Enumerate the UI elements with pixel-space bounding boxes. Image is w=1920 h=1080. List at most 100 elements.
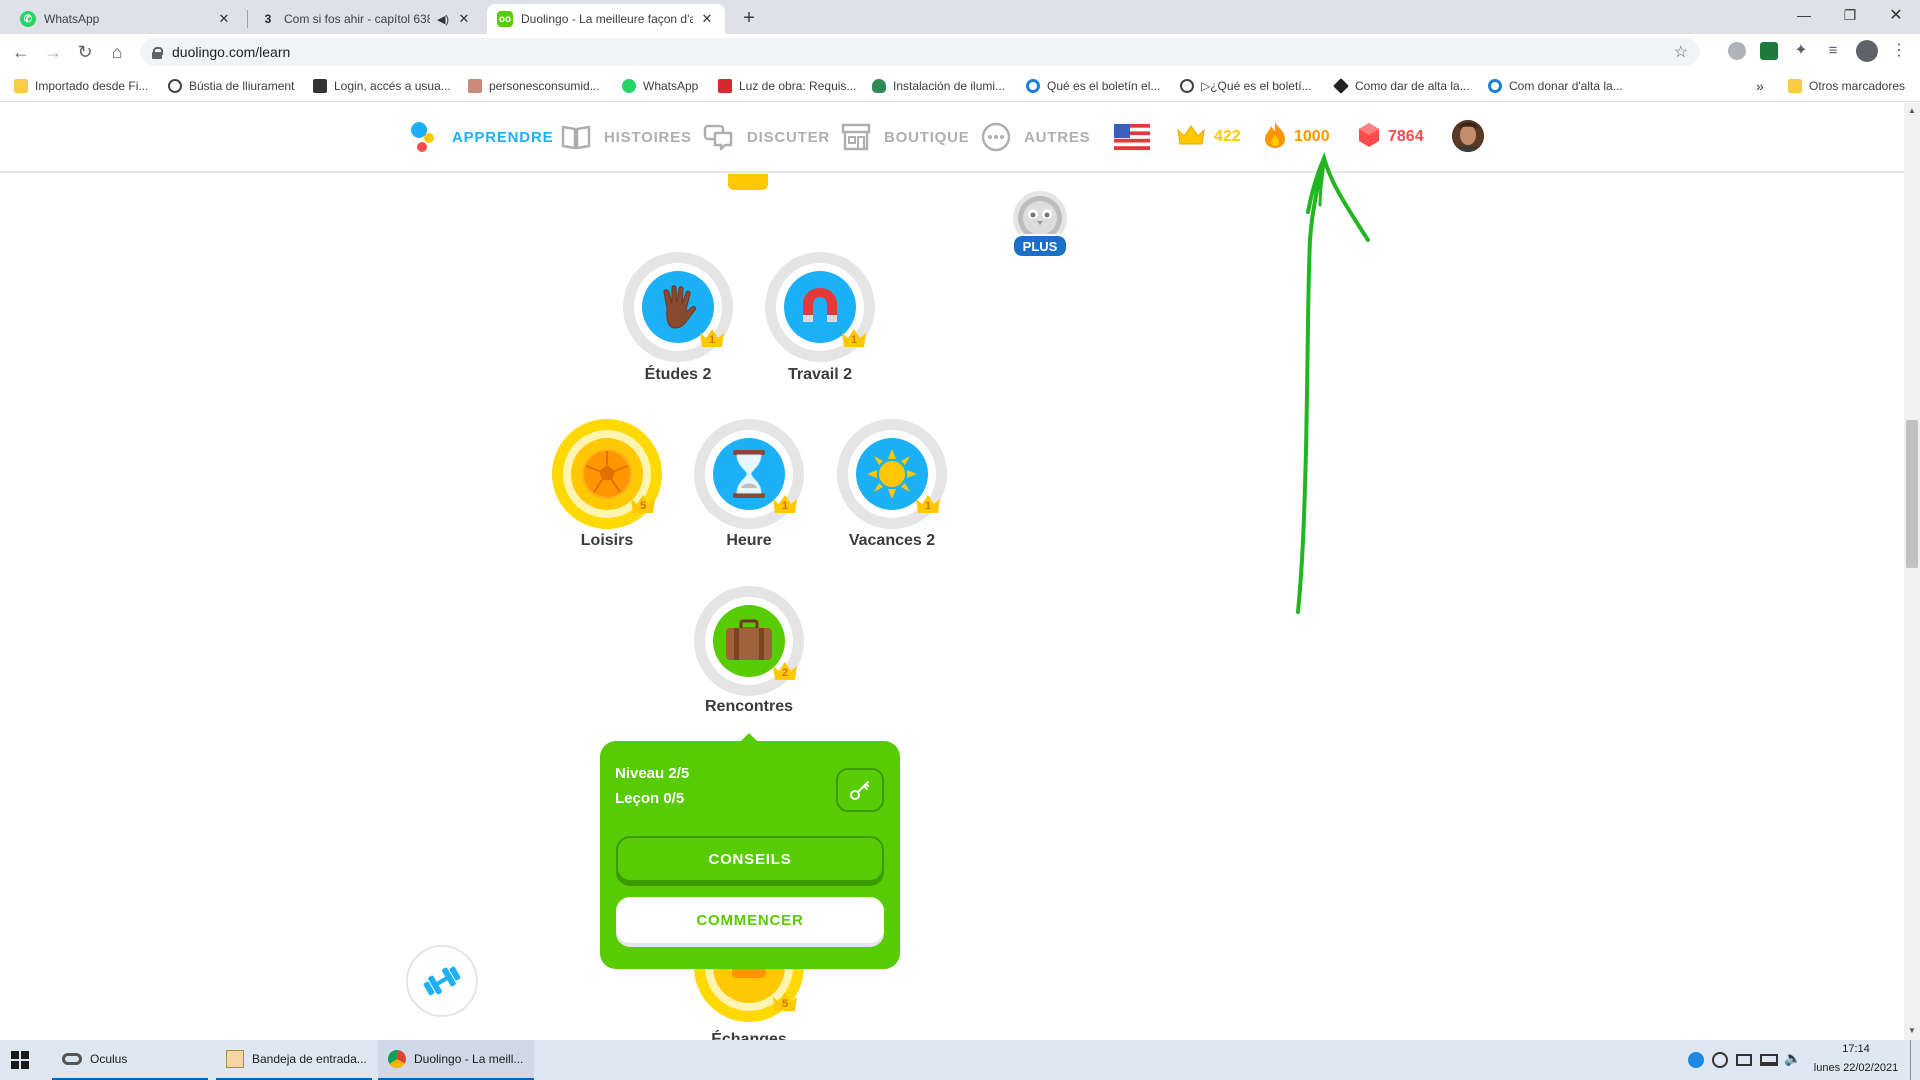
forward-icon[interactable]: → bbox=[40, 39, 66, 65]
nav-more[interactable]: AUTRES bbox=[980, 103, 1090, 171]
scrollbar-track[interactable] bbox=[1904, 103, 1920, 1040]
gem-icon bbox=[1358, 122, 1380, 153]
close-window-icon[interactable]: ✕ bbox=[1873, 0, 1919, 30]
address-bar[interactable]: duolingo.com/learn ☆ bbox=[140, 38, 1700, 66]
start-lesson-button[interactable]: COMMENCER bbox=[616, 897, 884, 943]
bookmark-label: Importado desde Fi... bbox=[35, 79, 149, 93]
crown-badge: 1 bbox=[841, 328, 867, 348]
site-icon bbox=[313, 79, 327, 93]
ethernet-icon[interactable] bbox=[1760, 1054, 1778, 1066]
crown-level: 1 bbox=[850, 334, 858, 346]
more-bookmarks-button[interactable]: » bbox=[1756, 76, 1764, 96]
tips-button[interactable]: CONSEILS bbox=[616, 836, 884, 882]
popup-lesson: Leçon 0/5 bbox=[615, 790, 685, 807]
restore-icon[interactable]: ❐ bbox=[1827, 0, 1873, 30]
test-out-key-button[interactable] bbox=[836, 768, 884, 812]
close-icon[interactable]: ✕ bbox=[216, 11, 232, 27]
bookmark-item[interactable]: personesconsumid... bbox=[468, 76, 600, 96]
bookmark-label: Com donar d'alta la... bbox=[1509, 79, 1623, 93]
avatar[interactable] bbox=[1452, 120, 1484, 152]
nav-discuss[interactable]: DISCUTER bbox=[703, 103, 830, 171]
back-icon[interactable]: ← bbox=[8, 39, 34, 65]
nav-shop[interactable]: BOUTIQUE bbox=[840, 103, 970, 171]
taskbar-label: Duolingo - La meill... bbox=[414, 1052, 524, 1066]
site-icon bbox=[718, 79, 732, 93]
taskbar-item-chrome[interactable]: Duolingo - La meill... bbox=[378, 1040, 534, 1080]
telegram-icon[interactable] bbox=[1688, 1052, 1704, 1068]
reload-icon[interactable]: ↻ bbox=[72, 39, 98, 65]
tab-duolingo[interactable]: oo Duolingo - La meilleure façon d'a ✕ bbox=[487, 4, 725, 34]
bookmark-item[interactable]: ▷¿Qué es el boletí... bbox=[1180, 76, 1312, 96]
magnet-icon bbox=[803, 288, 837, 322]
other-bookmarks-folder[interactable]: Otros marcadores bbox=[1788, 76, 1905, 96]
crown-badge: 1 bbox=[772, 494, 798, 514]
bookmark-item[interactable]: Importado desde Fi... bbox=[14, 76, 148, 96]
download-extension-icon[interactable] bbox=[1760, 42, 1778, 60]
home-icon[interactable]: ⌂ bbox=[104, 39, 130, 65]
bookmark-item[interactable]: Como dar de alta la... bbox=[1333, 76, 1470, 96]
tab-tv3[interactable]: 3 Com si fos ahir - capítol 638 ◀) ✕ bbox=[250, 4, 482, 34]
bookmark-label: Otros marcadores bbox=[1809, 79, 1906, 93]
bookmark-star-icon[interactable]: ☆ bbox=[1674, 42, 1688, 62]
taskbar-item-oculus[interactable]: Oculus bbox=[52, 1040, 208, 1080]
chest-icon[interactable] bbox=[728, 174, 768, 190]
folder-icon bbox=[1788, 79, 1802, 93]
gems-count: 7864 bbox=[1388, 128, 1424, 145]
profile-icon[interactable] bbox=[1856, 40, 1878, 62]
scroll-up-icon[interactable]: ▲ bbox=[1906, 106, 1918, 116]
volume-icon[interactable]: 🔈 bbox=[1784, 1050, 1801, 1067]
bookmark-item[interactable]: Luz de obra: Requis... bbox=[718, 76, 856, 96]
display-icon[interactable] bbox=[1736, 1054, 1752, 1066]
crowns-counter[interactable]: 422 bbox=[1176, 103, 1241, 171]
site-icon bbox=[1333, 78, 1349, 94]
show-desktop-button[interactable] bbox=[1910, 1040, 1911, 1080]
scrollbar-thumb[interactable] bbox=[1906, 420, 1918, 568]
bookmark-item[interactable]: Login, accés a usua... bbox=[313, 76, 451, 96]
extensions-puzzle-icon[interactable]: ✦ bbox=[1792, 42, 1810, 60]
close-icon[interactable]: ✕ bbox=[699, 11, 715, 27]
chat-icon bbox=[703, 121, 735, 153]
speaker-icon[interactable]: ◀) bbox=[436, 13, 450, 26]
bookmark-item[interactable]: Bústia de lliurament bbox=[168, 76, 294, 96]
duolingo-icon: oo bbox=[497, 11, 513, 27]
adblock-icon[interactable] bbox=[1728, 42, 1746, 60]
taskbar-label: Oculus bbox=[90, 1052, 128, 1066]
crown-level: 1 bbox=[708, 334, 716, 346]
close-icon[interactable]: ✕ bbox=[456, 11, 472, 27]
tv3-icon: 3 bbox=[264, 12, 272, 26]
mail-icon bbox=[226, 1050, 244, 1068]
us-flag-icon[interactable] bbox=[1114, 124, 1150, 150]
folder-icon bbox=[14, 79, 28, 93]
popup-level: Niveau 2/5 bbox=[615, 765, 690, 782]
bookmark-item[interactable]: Instalación de ilumi... bbox=[872, 76, 1005, 96]
taskbar-item-mail[interactable]: Bandeja de entrada... bbox=[216, 1040, 372, 1080]
practice-button[interactable] bbox=[406, 945, 478, 1017]
minimize-icon[interactable]: — bbox=[1781, 0, 1827, 30]
tab-title: WhatsApp bbox=[44, 12, 100, 26]
bookmark-item[interactable]: Com donar d'alta la... bbox=[1488, 76, 1623, 96]
crown-level: 5 bbox=[781, 998, 789, 1010]
taskbar-date[interactable]: lunes 22/02/2021 bbox=[1808, 1062, 1904, 1074]
scroll-down-icon[interactable]: ▼ bbox=[1906, 1026, 1918, 1036]
new-tab-button[interactable]: + bbox=[736, 4, 762, 32]
more-dots-icon bbox=[980, 121, 1012, 153]
network-globe-icon[interactable] bbox=[1712, 1052, 1728, 1068]
nav-stories[interactable]: HISTOIRES bbox=[560, 103, 692, 171]
streak-count: 1000 bbox=[1294, 128, 1330, 145]
windows-start-icon[interactable] bbox=[10, 1050, 30, 1070]
crown-badge: 5 bbox=[630, 494, 656, 514]
fire-icon bbox=[1264, 121, 1286, 154]
crown-icon bbox=[1176, 124, 1206, 151]
bookmark-item[interactable]: Qué es el boletín el... bbox=[1026, 76, 1160, 96]
menu-kebab-icon[interactable]: ⋮ bbox=[1890, 42, 1908, 60]
taskbar-time[interactable]: 17:14 bbox=[1808, 1043, 1904, 1055]
crowns-count: 422 bbox=[1214, 128, 1241, 145]
annotation-arrow bbox=[1296, 151, 1370, 614]
tab-whatsapp[interactable]: ✆ WhatsApp ✕ bbox=[10, 4, 242, 34]
sun-icon bbox=[867, 449, 917, 499]
shop-icon bbox=[840, 121, 872, 153]
nav-learn[interactable]: APPRENDRE bbox=[408, 103, 553, 171]
book-icon bbox=[560, 121, 592, 153]
media-controls-icon[interactable]: ≡ bbox=[1824, 42, 1842, 60]
bookmark-item[interactable]: WhatsApp bbox=[622, 76, 698, 96]
